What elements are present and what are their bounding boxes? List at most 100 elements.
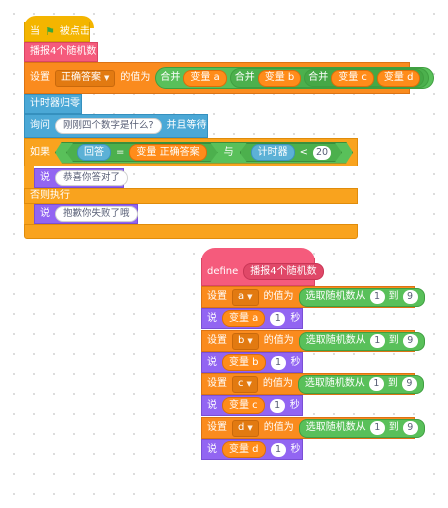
variable-dropdown[interactable]: d ▼ xyxy=(232,419,259,437)
variable-reporter[interactable]: 变量 a xyxy=(222,310,266,327)
random-to-input[interactable]: 9 xyxy=(402,421,418,435)
chevron-down-icon: ▼ xyxy=(247,336,253,345)
variable-d-reporter[interactable]: 变量 d xyxy=(376,69,421,87)
variable-name: 正确答案 xyxy=(61,72,101,83)
say-for-secs-block[interactable]: 说变量 a 1秒 xyxy=(201,308,303,329)
variable-name: c xyxy=(238,378,244,389)
random-from-input[interactable]: 1 xyxy=(369,334,385,348)
random-from-input[interactable]: 1 xyxy=(368,377,384,391)
say-wrong-block[interactable]: 说 抱歉你失败了哦 xyxy=(34,204,138,224)
and-wait-label: 并且等待 xyxy=(166,120,207,131)
say-correct-input[interactable]: 恭喜你答对了 xyxy=(55,170,129,186)
chevron-down-icon: ▼ xyxy=(104,73,110,82)
chevron-down-icon: ▼ xyxy=(247,292,253,301)
join-label: 合并 xyxy=(308,72,329,83)
variable-reporter[interactable]: 变量 d xyxy=(222,441,266,458)
to-label: 的值为 xyxy=(263,335,294,346)
say-correct-block[interactable]: 说 恭喜你答对了 xyxy=(34,168,129,188)
join-reporter-outer[interactable]: 合并 变量 a 合并 变量 b 合并 变量 c 变量 d xyxy=(155,67,435,89)
join-reporter-middle[interactable]: 合并 变量 b 合并 变量 c 变量 d xyxy=(229,68,430,88)
set-label: 设置 xyxy=(207,335,227,346)
until-label: 到 xyxy=(388,291,399,302)
random-reporter[interactable]: 选取随机数从 1 到 9 xyxy=(297,374,424,394)
set-variable-random-block[interactable]: 设置 b ▼ 的值为 选取随机数从 1 到 9 xyxy=(201,330,425,352)
less-than-operator[interactable]: 计时器 < 20 xyxy=(240,143,342,162)
join-label: 合并 xyxy=(234,72,255,83)
set-label: 设置 xyxy=(207,291,227,302)
random-from-input[interactable]: 1 xyxy=(369,421,385,435)
define-name[interactable]: 播报4个随机数 xyxy=(243,263,324,280)
random-to-input[interactable]: 9 xyxy=(401,377,417,391)
set-correct-answer-block[interactable]: 设置 正确答案 ▼ 的值为 合并 变量 a 合并 变量 b 合并 变量 c 变量… xyxy=(24,62,435,94)
variable-name: a xyxy=(238,291,245,302)
say-label: 说 xyxy=(207,356,217,368)
to-label: 的值为 xyxy=(263,291,294,302)
call-broadcast-random-block[interactable]: 播报4个随机数 xyxy=(24,42,98,62)
random-to-input[interactable]: 9 xyxy=(402,334,418,348)
set-label: 设置 xyxy=(207,378,227,389)
random-label: 选取随机数从 xyxy=(305,335,366,346)
say-label: 说 xyxy=(40,208,50,219)
say-for-secs-block[interactable]: 说变量 b 1秒 xyxy=(201,352,303,373)
random-reporter[interactable]: 选取随机数从 1 到 9 xyxy=(298,331,425,351)
variable-dropdown[interactable]: b ▼ xyxy=(232,332,259,350)
if-arm-left xyxy=(24,166,34,188)
else-arm-left xyxy=(24,204,34,226)
random-reporter[interactable]: 选取随机数从 1 到 9 xyxy=(298,287,425,307)
seconds-input[interactable]: 1 xyxy=(269,398,285,413)
reset-timer-block[interactable]: 计时器归零 xyxy=(24,94,82,114)
question-input[interactable]: 刚刚四个数字是什么? xyxy=(55,118,162,134)
variable-reporter[interactable]: 变量 c xyxy=(222,397,265,414)
random-label: 选取随机数从 xyxy=(305,291,366,302)
seconds-input[interactable]: 1 xyxy=(270,442,286,457)
to-label: 的值为 xyxy=(262,378,293,389)
join-reporter-inner[interactable]: 合并 变量 c 变量 d xyxy=(304,69,425,87)
timer-reporter[interactable]: 计时器 xyxy=(251,144,295,161)
say-for-secs-block[interactable]: 说变量 c 1秒 xyxy=(201,395,303,416)
seconds-unit: 秒 xyxy=(290,443,301,455)
when-label: 当 xyxy=(30,25,40,37)
variable-c-reporter[interactable]: 变量 c xyxy=(331,69,374,87)
seconds-input[interactable]: 1 xyxy=(270,311,286,326)
when-flag-clicked-block[interactable]: 当 ⚑ 被点击 xyxy=(24,22,90,42)
variable-reporter[interactable]: 变量 b xyxy=(222,354,266,371)
random-to-input[interactable]: 9 xyxy=(402,290,418,304)
less-than-sign: < xyxy=(299,146,308,158)
say-for-secs-block[interactable]: 说变量 d 1秒 xyxy=(201,439,303,460)
set-variable-random-block[interactable]: 设置 d ▼ 的值为 选取随机数从 1 到 9 xyxy=(201,417,425,439)
else-bar: 否则执行 xyxy=(24,188,358,204)
reset-timer-label: 计时器归零 xyxy=(30,98,80,109)
variable-name: d xyxy=(238,422,245,433)
random-reporter[interactable]: 选取随机数从 1 到 9 xyxy=(298,418,425,438)
to-label: 的值为 xyxy=(263,422,294,433)
limit-input[interactable]: 20 xyxy=(313,146,331,160)
define-block[interactable]: define 播报4个随机数 xyxy=(201,258,324,286)
set-label: 设置 xyxy=(207,422,227,433)
equals-operator[interactable]: 回答 = 变量 正确答案 xyxy=(66,143,218,162)
set-variable-random-block[interactable]: 设置 a ▼ 的值为 选取随机数从 1 到 9 xyxy=(201,286,425,308)
ask-and-wait-block[interactable]: 询问 刚刚四个数字是什么? 并且等待 xyxy=(24,114,208,138)
else-label: 否则执行 xyxy=(30,190,70,201)
set-label: 设置 xyxy=(30,72,50,83)
variable-dropdown[interactable]: a ▼ xyxy=(232,288,259,306)
answer-reporter[interactable]: 回答 xyxy=(77,144,111,161)
variable-b-reporter[interactable]: 变量 b xyxy=(257,69,302,87)
random-from-input[interactable]: 1 xyxy=(369,290,385,304)
seconds-unit: 秒 xyxy=(290,312,301,324)
correct-answer-reporter[interactable]: 变量 正确答案 xyxy=(129,144,206,161)
set-variable-random-block[interactable]: 设置 c ▼ 的值为 选取随机数从 1 到 9 xyxy=(201,373,424,395)
if-else-bottom xyxy=(24,224,358,239)
say-wrong-input[interactable]: 抱歉你失败了哦 xyxy=(55,206,138,222)
random-label: 选取随机数从 xyxy=(304,378,365,389)
chevron-down-icon: ▼ xyxy=(247,423,253,432)
variable-a-reporter[interactable]: 变量 a xyxy=(183,69,227,87)
variable-dropdown[interactable]: 正确答案 ▼ xyxy=(55,69,116,87)
join-label: 合并 xyxy=(160,72,181,83)
seconds-input[interactable]: 1 xyxy=(270,355,286,370)
call-label: 播报4个随机数 xyxy=(30,46,97,57)
and-operator[interactable]: 回答 = 变量 正确答案 与 计时器 < 20 xyxy=(55,142,353,164)
to-label: 的值为 xyxy=(120,72,151,83)
random-label: 选取随机数从 xyxy=(305,422,366,433)
variable-dropdown[interactable]: c ▼ xyxy=(232,375,258,393)
if-else-block[interactable]: 如果 回答 = 变量 正确答案 与 计时器 < 20 那么执行 xyxy=(24,138,398,166)
